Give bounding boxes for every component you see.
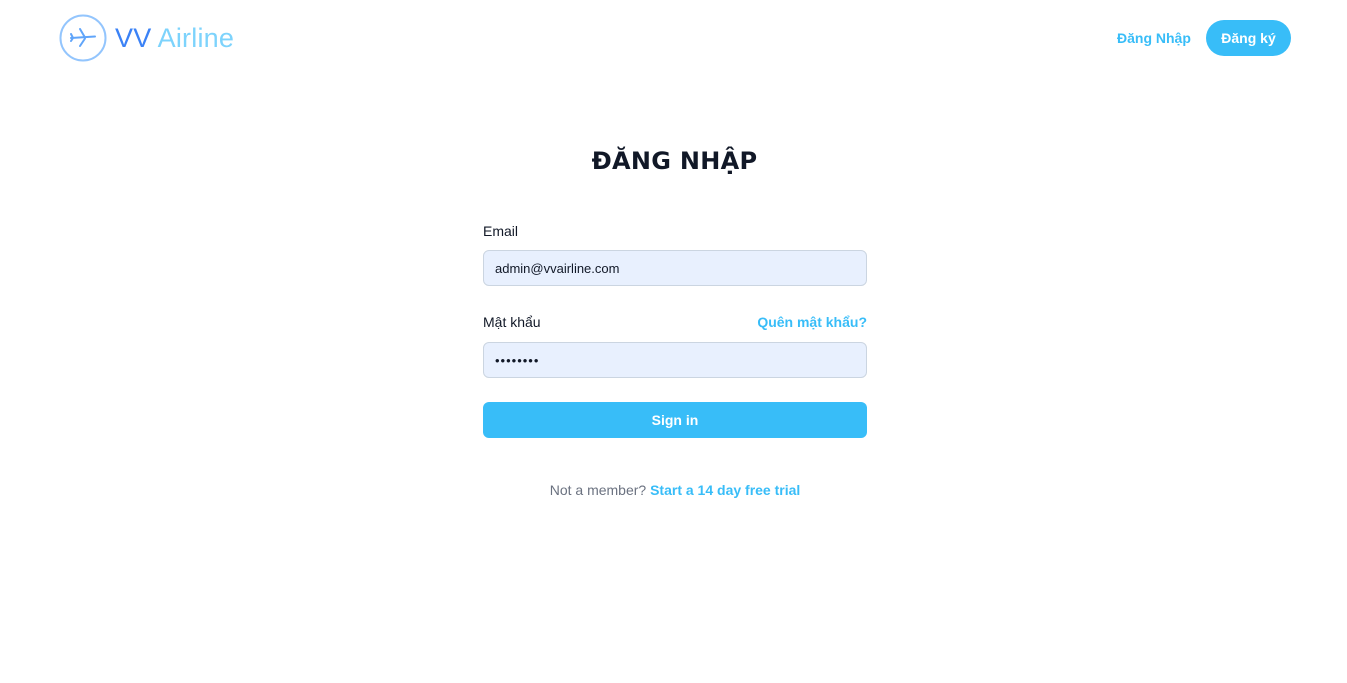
- nav-login-link[interactable]: Đăng Nhập: [1117, 29, 1191, 47]
- nav-register-button[interactable]: Đăng ký: [1206, 20, 1291, 56]
- email-label: Email: [483, 223, 519, 239]
- plane-icon: [59, 14, 107, 62]
- signup-prompt: Not a member? Start a 14 day free trial: [483, 480, 867, 500]
- sign-in-button[interactable]: Sign in: [483, 402, 867, 438]
- password-field[interactable]: [483, 342, 867, 378]
- free-trial-link[interactable]: Start a 14 day free trial: [650, 482, 800, 498]
- page-title: ĐĂNG NHẬP: [591, 147, 758, 175]
- logo-link[interactable]: VV Airline: [59, 14, 234, 62]
- brand-name-part2: Airline: [157, 23, 235, 53]
- email-field[interactable]: [483, 250, 867, 286]
- forgot-password-link[interactable]: Quên mật khẩu?: [757, 312, 867, 332]
- brand-name: VV Airline: [115, 14, 234, 62]
- site-header: VV Airline Đăng Nhập Đăng ký: [0, 0, 1347, 76]
- signup-prompt-text: Not a member?: [549, 482, 647, 498]
- brand-name-part1: VV: [115, 23, 152, 53]
- password-label: Mật khẩu: [483, 314, 541, 330]
